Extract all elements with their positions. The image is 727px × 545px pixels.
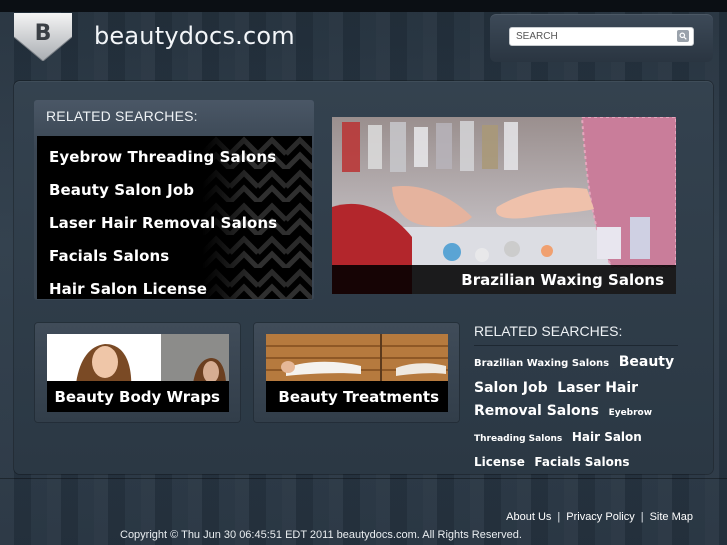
site-title[interactable]: beautydocs.com [94, 22, 295, 50]
site-logo[interactable]: B [14, 13, 72, 61]
search-icon [679, 32, 687, 40]
related-link[interactable]: Facials Salons [49, 247, 169, 265]
feature-caption-bar: Brazilian Waxing Salons [332, 265, 676, 294]
card-beauty-treatments[interactable]: Beauty Treatments [254, 323, 459, 422]
related-searches-heading: RELATED SEARCHES: [46, 108, 198, 124]
tag-cloud: Brazilian Waxing Salons Beauty Salon Job… [474, 350, 682, 474]
card-caption[interactable]: Beauty Treatments [278, 388, 439, 406]
site-map-link[interactable]: Site Map [650, 511, 693, 523]
related-link[interactable]: Laser Hair Removal Salons [49, 214, 277, 232]
top-bar [0, 0, 727, 12]
card-caption-bar: Beauty Treatments [266, 381, 448, 412]
tag-link[interactable]: Facials Salons [534, 455, 629, 469]
footer-separator: | [640, 511, 644, 523]
related-item: Beauty Salon Job [49, 173, 312, 206]
copyright: Copyright © Thu Jun 30 06:45:51 EDT 2011… [120, 529, 522, 541]
related-link[interactable]: Hair Salon License [49, 280, 207, 298]
search-button[interactable] [677, 30, 689, 42]
tag-cloud-heading: RELATED SEARCHES: [474, 323, 623, 339]
logo-letter: B [35, 21, 52, 46]
tag-cloud-divider [474, 345, 678, 346]
card-caption[interactable]: Beauty Body Wraps [54, 388, 220, 406]
card-caption-bar: Beauty Body Wraps [47, 381, 229, 412]
footer-divider [0, 478, 727, 479]
related-searches-list: Eyebrow Threading Salons Beauty Salon Jo… [37, 136, 312, 299]
related-item: Eyebrow Threading Salons [49, 140, 312, 173]
related-item: Laser Hair Removal Salons [49, 206, 312, 239]
privacy-policy-link[interactable]: Privacy Policy [566, 511, 634, 523]
feature-banner[interactable]: Brazilian Waxing Salons [332, 117, 676, 294]
related-link[interactable]: Beauty Salon Job [49, 181, 194, 199]
search-input[interactable] [509, 27, 694, 46]
tag-link[interactable]: Brazilian Waxing Salons [474, 358, 609, 369]
footer-links: About Us | Privacy Policy | Site Map [506, 511, 693, 523]
footer-separator: | [557, 511, 561, 523]
card-beauty-body-wraps[interactable]: Beauty Body Wraps [35, 323, 240, 422]
logo-shield-icon: B [14, 13, 72, 61]
search-box [490, 14, 713, 62]
related-link[interactable]: Eyebrow Threading Salons [49, 148, 276, 166]
feature-caption[interactable]: Brazilian Waxing Salons [461, 271, 664, 289]
related-item: Hair Salon License [49, 272, 312, 299]
related-item: Facials Salons [49, 239, 312, 272]
about-us-link[interactable]: About Us [506, 511, 551, 523]
